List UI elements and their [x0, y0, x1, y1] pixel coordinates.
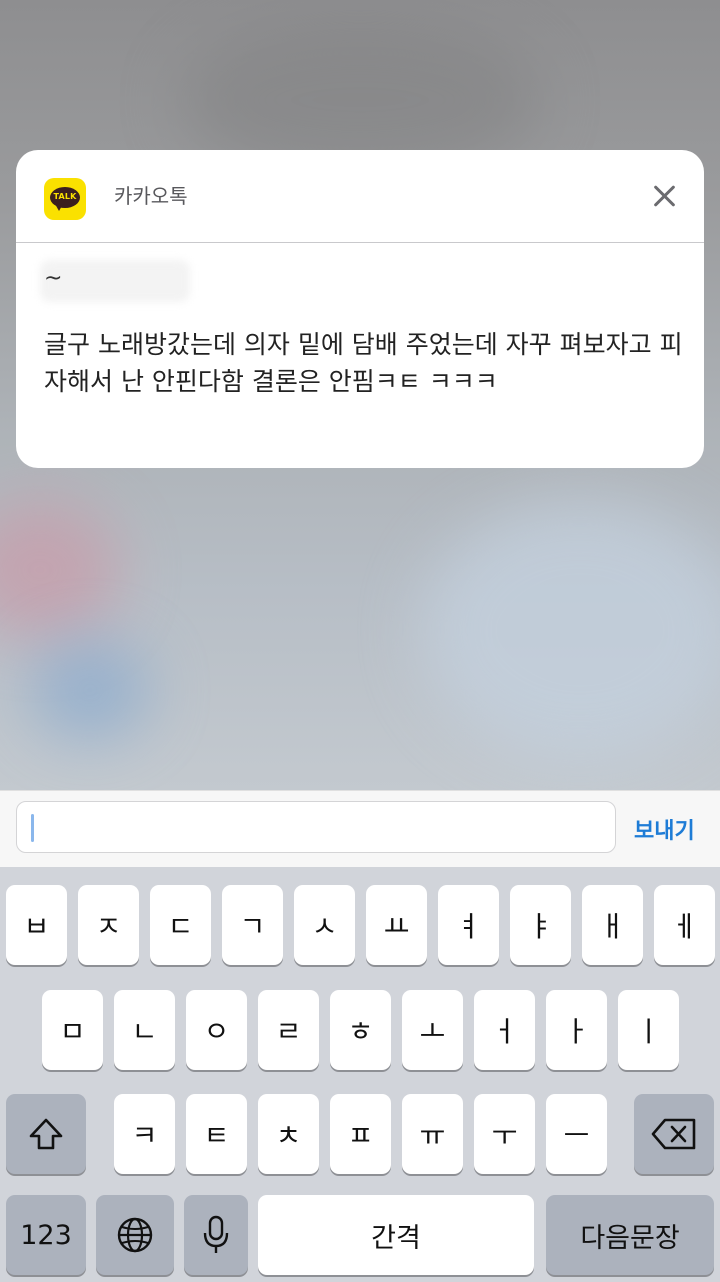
microphone-icon	[203, 1215, 229, 1253]
key-eo[interactable]: ㅓ	[474, 990, 535, 1070]
key-ch[interactable]: ㅊ	[258, 1094, 319, 1174]
sender-name-redacted	[40, 260, 190, 302]
key-ieung[interactable]: ㅇ	[186, 990, 247, 1070]
key-h[interactable]: ㅎ	[330, 990, 391, 1070]
text-caret	[31, 814, 34, 842]
kakaotalk-app-icon: TALK	[44, 178, 86, 220]
key-d[interactable]: ㄷ	[150, 885, 211, 965]
microphone-key[interactable]	[184, 1195, 248, 1275]
key-e[interactable]: ㅔ	[654, 885, 715, 965]
key-u[interactable]: ㅜ	[474, 1094, 535, 1174]
key-n[interactable]: ㄴ	[114, 990, 175, 1070]
key-k[interactable]: ㅋ	[114, 1094, 175, 1174]
shift-key[interactable]	[6, 1094, 86, 1174]
close-icon[interactable]	[644, 176, 684, 216]
backspace-icon	[651, 1118, 696, 1150]
shift-icon	[29, 1118, 63, 1150]
key-yu[interactable]: ㅠ	[402, 1094, 463, 1174]
key-m[interactable]: ㅁ	[42, 990, 103, 1070]
key-ae[interactable]: ㅐ	[582, 885, 643, 965]
notification-card[interactable]: TALK 카카오톡 ~ 글구 노래방갔는데 의자 밑에 담배 주었는데 자꾸 펴…	[16, 150, 704, 468]
key-a[interactable]: ㅏ	[546, 990, 607, 1070]
key-r[interactable]: ㄹ	[258, 990, 319, 1070]
key-i[interactable]: ㅣ	[618, 990, 679, 1070]
key-eu[interactable]: ㅡ	[546, 1094, 607, 1174]
key-s[interactable]: ㅅ	[294, 885, 355, 965]
key-b[interactable]: ㅂ	[6, 885, 67, 965]
space-key[interactable]: 간격	[258, 1195, 534, 1275]
sender-name: ~	[44, 266, 63, 291]
globe-key[interactable]	[96, 1195, 174, 1275]
app-name: 카카오톡	[114, 184, 188, 208]
key-o[interactable]: ㅗ	[402, 990, 463, 1070]
key-g[interactable]: ㄱ	[222, 885, 283, 965]
key-j[interactable]: ㅈ	[78, 885, 139, 965]
notification-message: 글구 노래방갔는데 의자 밑에 담배 주었는데 자꾸 펴보자고 피자해서 난 안…	[44, 330, 683, 396]
key-p[interactable]: ㅍ	[330, 1094, 391, 1174]
key-t[interactable]: ㅌ	[186, 1094, 247, 1174]
reply-bar: 보내기	[0, 790, 720, 868]
key-yo[interactable]: ㅛ	[366, 885, 427, 965]
return-key[interactable]: 다음문장	[546, 1195, 714, 1275]
korean-keyboard: ㅂ ㅈ ㄷ ㄱ ㅅ ㅛ ㅕ ㅑ ㅐ ㅔ ㅁ ㄴ ㅇ ㄹ ㅎ ㅗ ㅓ ㅏ ㅣ ㅋ …	[0, 867, 720, 1282]
notification-header: TALK 카카오톡	[16, 150, 704, 243]
key-ya[interactable]: ㅑ	[510, 885, 571, 965]
backspace-key[interactable]	[634, 1094, 714, 1174]
key-yeo[interactable]: ㅕ	[438, 885, 499, 965]
reply-input[interactable]	[16, 801, 616, 853]
globe-icon	[117, 1217, 153, 1253]
numbers-key[interactable]: 123	[6, 1195, 86, 1275]
send-button[interactable]: 보내기	[634, 813, 695, 845]
app-icon-label: TALK	[53, 192, 77, 201]
